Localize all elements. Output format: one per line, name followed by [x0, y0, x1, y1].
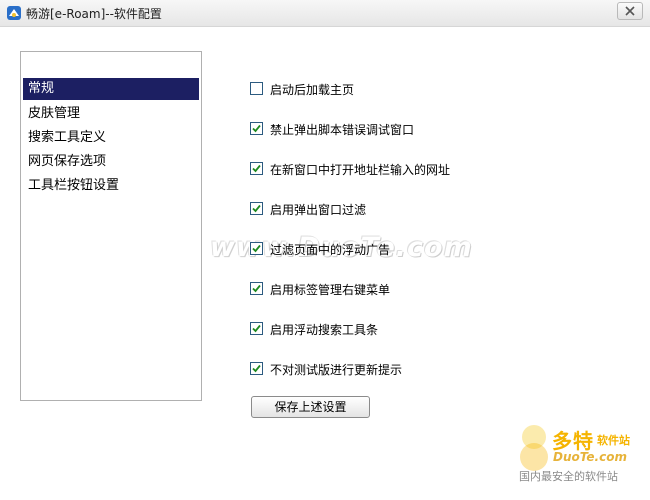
- checkbox-checked[interactable]: [250, 122, 263, 135]
- option-label: 禁止弹出脚本错误调试窗口: [270, 123, 415, 137]
- checkmark-icon: [252, 364, 261, 373]
- title-bar: 畅游[e-Roam]--软件配置: [0, 0, 650, 27]
- option-label: 过滤页面中的浮动广告: [270, 243, 391, 257]
- watermark-tagline: 国内最安全的软件站: [519, 470, 618, 483]
- option-label: 启用标签管理右键菜单: [270, 283, 391, 297]
- checkbox-checked[interactable]: [250, 282, 263, 295]
- checkmark-icon: [252, 204, 261, 213]
- option-label: 在新窗口中打开地址栏输入的网址: [270, 163, 451, 177]
- checkmark-icon: [252, 284, 261, 293]
- sidebar-item-general[interactable]: 常规: [23, 78, 199, 100]
- checkbox-checked[interactable]: [250, 242, 263, 255]
- sidebar-item-toolbar-buttons[interactable]: 工具栏按钮设置: [23, 175, 199, 197]
- checkbox-checked[interactable]: [250, 362, 263, 375]
- option-label: 启动后加载主页: [270, 83, 355, 97]
- checkmark-icon: [252, 244, 261, 253]
- checkbox-checked[interactable]: [250, 202, 263, 215]
- watermark-brand-sub: 软件站: [597, 434, 630, 447]
- sidebar-item-search-tools[interactable]: 搜索工具定义: [23, 127, 199, 149]
- watermark-url: DuoTe.com: [553, 450, 627, 464]
- checkmark-icon: [252, 164, 261, 173]
- close-icon: [625, 6, 635, 16]
- settings-category-list[interactable]: 常规 皮肤管理 搜索工具定义 网页保存选项 工具栏按钮设置: [20, 51, 202, 401]
- checkbox-unchecked[interactable]: [250, 82, 263, 95]
- app-logo-icon: [6, 5, 22, 21]
- checkmark-icon: [252, 324, 261, 333]
- checkbox-checked[interactable]: [250, 322, 263, 335]
- sidebar-item-skin-management[interactable]: 皮肤管理: [23, 103, 199, 125]
- sidebar-item-page-save-options[interactable]: 网页保存选项: [23, 151, 199, 173]
- close-button[interactable]: [617, 2, 643, 20]
- window-title: 畅游[e-Roam]--软件配置: [26, 7, 162, 21]
- checkmark-icon: [252, 124, 261, 133]
- option-label: 不对测试版进行更新提示: [270, 363, 403, 377]
- checkbox-checked[interactable]: [250, 162, 263, 175]
- option-label: 启用浮动搜索工具条: [270, 323, 379, 337]
- save-settings-button[interactable]: 保存上述设置: [251, 396, 370, 418]
- option-label: 启用弹出窗口过滤: [270, 203, 367, 217]
